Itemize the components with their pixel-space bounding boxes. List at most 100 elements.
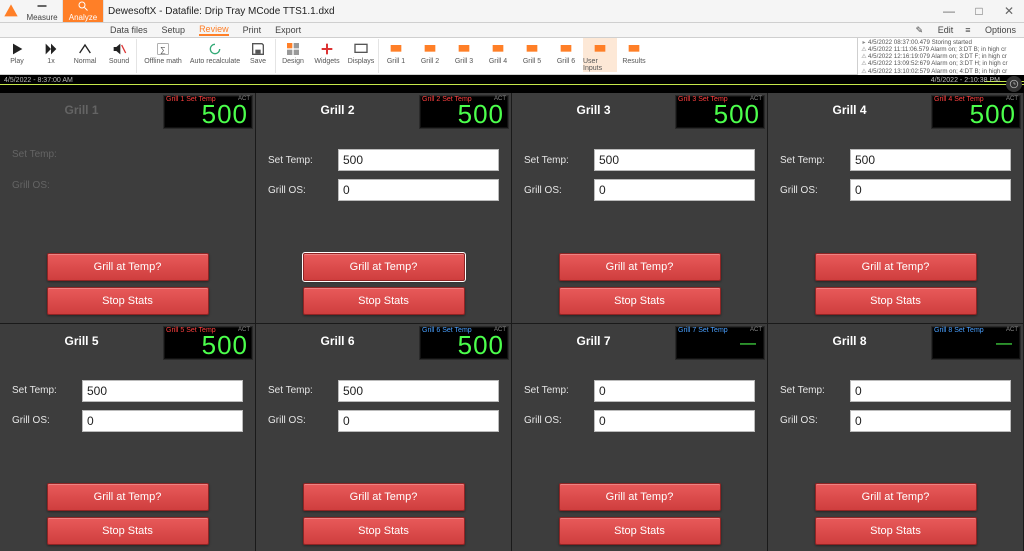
- input-grill-os[interactable]: 0: [594, 410, 755, 432]
- grill-panel-5: Grill 5 Set TempACT500Grill 5Set Temp:50…: [0, 324, 256, 551]
- grill-panel-2: Grill 2 Set TempACT500Grill 2Set Temp:50…: [256, 93, 512, 324]
- menu-setup[interactable]: Setup: [162, 25, 186, 35]
- grill-buttons: Grill at Temp? Stop Stats: [512, 253, 767, 315]
- tool-display-grill4[interactable]: Grill 4: [481, 38, 515, 65]
- window-close[interactable]: ✕: [994, 4, 1024, 18]
- grill-fields: Set Temp:500Grill OS:0: [12, 380, 243, 440]
- tool-display-grill6[interactable]: Grill 6: [549, 38, 583, 65]
- tool-auto-recalc[interactable]: Auto recalculate: [189, 38, 241, 65]
- tool-widgets[interactable]: Widgets: [310, 38, 344, 65]
- input-grill-os[interactable]: 0: [850, 410, 1011, 432]
- input-set-temp[interactable]: 0: [594, 380, 755, 402]
- grill-title: Grill 3: [512, 103, 675, 117]
- titlebar: Measure Analyze DewesoftX - Datafile: Dr…: [0, 0, 1024, 23]
- menu-export[interactable]: Export: [275, 25, 301, 35]
- grill-at-temp-button[interactable]: Grill at Temp?: [303, 253, 465, 281]
- grill-fields: Set Temp:500Grill OS:0: [524, 149, 755, 209]
- lcd-display: Grill 6 Set TempACT500: [419, 326, 509, 360]
- menu-row: Data files Setup Review Print Export ✎ E…: [0, 23, 1024, 38]
- lcd-value: 500: [458, 330, 504, 361]
- window-maximize[interactable]: □: [964, 4, 994, 18]
- window-minimize[interactable]: —: [934, 4, 964, 18]
- input-grill-os[interactable]: 0: [338, 410, 499, 432]
- grill-at-temp-button[interactable]: Grill at Temp?: [559, 253, 721, 281]
- menu-print[interactable]: Print: [243, 25, 262, 35]
- label-set-temp: Set Temp:: [780, 155, 850, 166]
- input-grill-os[interactable]: 0: [82, 410, 243, 432]
- timeline-start: 4/5/2022 - 8:37:00 AM: [4, 77, 73, 84]
- tool-display-grill3[interactable]: Grill 3: [447, 38, 481, 65]
- label-grill-os: Grill OS:: [524, 415, 594, 426]
- grill-buttons: Grill at Temp? Stop Stats: [256, 483, 511, 545]
- grill-title: Grill 2: [256, 103, 419, 117]
- tool-display-results[interactable]: Results: [617, 38, 651, 65]
- input-set-temp[interactable]: 500: [850, 149, 1011, 171]
- menu-data-files[interactable]: Data files: [110, 25, 148, 35]
- grill-at-temp-button[interactable]: Grill at Temp?: [559, 483, 721, 511]
- timeline-end: 4/5/2022 - 2:10:38 PM: [931, 77, 1000, 84]
- menu-edit[interactable]: ✎ Edit: [916, 25, 954, 36]
- lcd-value: 500: [970, 99, 1016, 130]
- grill-at-temp-button[interactable]: Grill at Temp?: [815, 253, 977, 281]
- stop-stats-button[interactable]: Stop Stats: [47, 517, 209, 545]
- grill-title: Grill 8: [768, 334, 931, 348]
- tool-speed-1x[interactable]: 1x: [34, 38, 68, 65]
- stop-stats-button[interactable]: Stop Stats: [47, 287, 209, 315]
- tool-speed-mode[interactable]: Normal: [68, 38, 102, 65]
- lcd-display: Grill 3 Set TempACT500: [675, 95, 765, 129]
- tool-display-grill2[interactable]: Grill 2: [413, 38, 447, 65]
- tool-display-user-inputs[interactable]: User Inputs: [583, 38, 617, 72]
- stop-stats-button[interactable]: Stop Stats: [303, 517, 465, 545]
- top-tab-measure[interactable]: Measure: [22, 0, 63, 22]
- label-set-temp: Set Temp:: [524, 385, 594, 396]
- stop-stats-button[interactable]: Stop Stats: [815, 287, 977, 315]
- label-grill-os: Grill OS:: [524, 185, 594, 196]
- lcd-value: —: [740, 335, 756, 353]
- grill-at-temp-button[interactable]: Grill at Temp?: [815, 483, 977, 511]
- tool-save[interactable]: Save: [241, 38, 275, 65]
- clock-icon[interactable]: [1006, 76, 1022, 92]
- grill-buttons: Grill at Temp? Stop Stats: [0, 483, 255, 545]
- tool-design[interactable]: Design: [276, 38, 310, 65]
- tool-display-grill5[interactable]: Grill 5: [515, 38, 549, 65]
- stop-stats-button[interactable]: Stop Stats: [559, 517, 721, 545]
- grill-grid: Grill 1 Set TempACT500Grill 1Set Temp:Gr…: [0, 93, 1024, 551]
- input-grill-os[interactable]: 0: [594, 179, 755, 201]
- stop-stats-button[interactable]: Stop Stats: [559, 287, 721, 315]
- input-set-temp[interactable]: 500: [594, 149, 755, 171]
- grill-buttons: Grill at Temp? Stop Stats: [0, 253, 255, 315]
- grill-at-temp-button[interactable]: Grill at Temp?: [47, 253, 209, 281]
- menu-review[interactable]: Review: [199, 24, 229, 36]
- input-set-temp[interactable]: 500: [338, 149, 499, 171]
- lcd-display: Grill 2 Set TempACT500: [419, 95, 509, 129]
- grill-buttons: Grill at Temp? Stop Stats: [768, 483, 1023, 545]
- input-grill-os[interactable]: 0: [850, 179, 1011, 201]
- input-set-temp[interactable]: 500: [338, 380, 499, 402]
- lcd-value: 500: [202, 330, 248, 361]
- menu-options[interactable]: ≡ Options: [965, 25, 1016, 35]
- tool-displays[interactable]: Displays: [344, 38, 378, 65]
- tool-play[interactable]: Play: [0, 38, 34, 65]
- top-tab-analyze[interactable]: Analyze: [63, 0, 104, 22]
- grill-at-temp-button[interactable]: Grill at Temp?: [303, 483, 465, 511]
- stop-stats-button[interactable]: Stop Stats: [303, 287, 465, 315]
- input-set-temp[interactable]: 0: [850, 380, 1011, 402]
- input-grill-os[interactable]: 0: [338, 179, 499, 201]
- grill-title: Grill 7: [512, 334, 675, 348]
- label-grill-os: Grill OS:: [268, 185, 338, 196]
- stop-stats-button[interactable]: Stop Stats: [815, 517, 977, 545]
- lcd-display: Grill 7 Set Temp ACT —: [675, 326, 765, 360]
- input-set-temp[interactable]: 500: [82, 380, 243, 402]
- grill-title: Grill 6: [256, 334, 419, 348]
- lcd-title: Grill 8 Set Temp: [934, 327, 984, 334]
- grill-at-temp-button[interactable]: Grill at Temp?: [47, 483, 209, 511]
- timeline[interactable]: 4/5/2022 - 8:37:00 AM 4/5/2022 - 2:10:38…: [0, 75, 1024, 93]
- tool-display-grill1[interactable]: Grill 1: [379, 38, 413, 65]
- timeline-trace: [0, 84, 1024, 85]
- tool-offline-math[interactable]: ∑Offline math: [137, 38, 189, 65]
- lcd-title: Grill 7 Set Temp: [678, 327, 728, 334]
- event-log[interactable]: ▸4/5/2022 08:37:00.479 Storing started ⚠…: [857, 38, 1024, 76]
- lcd-act-label: ACT: [750, 327, 762, 333]
- grill-fields: Set Temp:500Grill OS:0: [268, 380, 499, 440]
- tool-sound[interactable]: Sound: [102, 38, 136, 65]
